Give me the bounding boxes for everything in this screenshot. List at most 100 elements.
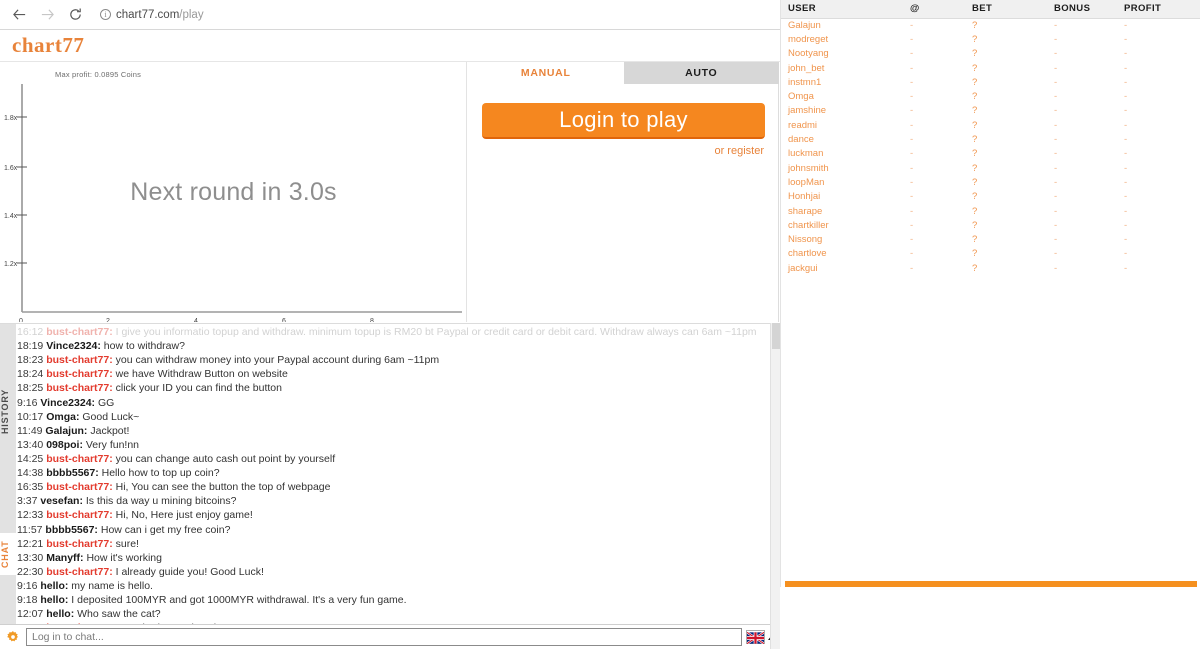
user-bonus-cell: - <box>1054 176 1058 188</box>
chat-message-user[interactable]: bust-chart77: <box>46 368 113 380</box>
table-row[interactable]: chartlove -? - - <box>781 247 1200 261</box>
table-row[interactable]: readmi -? - - <box>781 118 1200 132</box>
user-at-cell: - <box>910 48 914 60</box>
chat-message-list[interactable]: 16:12 bust-chart77: I give you informati… <box>17 324 762 627</box>
chat-message-user[interactable]: Manyff: <box>46 552 83 564</box>
column-header-user[interactable]: USER <box>781 0 903 19</box>
uk-flag-icon[interactable] <box>746 630 765 645</box>
svg-text:1.4x: 1.4x <box>4 213 18 220</box>
forward-arrow-icon[interactable] <box>34 2 60 28</box>
column-header-bonus[interactable]: BONUS <box>1047 0 1117 19</box>
table-row[interactable]: luckman -? - - <box>781 147 1200 161</box>
chat-message-user[interactable]: bust-chart77: <box>46 354 113 366</box>
table-row[interactable]: Nootyang -? - - <box>781 47 1200 61</box>
chat-message-user[interactable]: bust-chart77: <box>46 481 113 493</box>
user-profit-cell: - <box>1124 205 1128 217</box>
table-row[interactable]: johnsmith -? - - <box>781 161 1200 175</box>
table-row[interactable]: jamshine -? - - <box>781 104 1200 118</box>
chat-message-user[interactable]: bust-chart77: <box>46 382 113 394</box>
sidebar-item-chat[interactable]: CHAT <box>0 533 16 575</box>
table-row[interactable]: john_bet -? - - <box>781 61 1200 75</box>
chat-message-user[interactable]: bust-chart77: <box>46 453 113 465</box>
chat-message-text: click your ID you can find the button <box>112 382 282 395</box>
chat-message: 10:17 Omga: Good Luck~ <box>17 410 762 424</box>
chat-message-user[interactable]: bbbb5567: <box>45 524 98 536</box>
svg-text:0: 0 <box>19 318 23 322</box>
table-row[interactable]: chartkiller -? - - <box>781 218 1200 232</box>
table-row[interactable]: Omga -? - - <box>781 89 1200 103</box>
chat-message-text: I already guide you! Good Luck! <box>112 565 264 578</box>
user-profit-cell: - <box>1124 219 1128 231</box>
user-at-cell: - <box>910 248 914 260</box>
user-bonus-cell: - <box>1054 134 1058 146</box>
user-at-cell: - <box>910 134 914 146</box>
table-row[interactable]: dance -? - - <box>781 132 1200 146</box>
chat-message-user[interactable]: 098poi: <box>46 439 83 451</box>
info-icon[interactable]: i <box>100 9 111 20</box>
column-header-bet[interactable]: BET <box>965 0 1047 19</box>
gear-icon[interactable] <box>4 628 22 646</box>
user-profit-cell: - <box>1124 134 1128 146</box>
or-register-link[interactable]: or register <box>714 145 764 157</box>
table-row[interactable]: Nissong -? - - <box>781 232 1200 246</box>
user-bonus-cell: - <box>1054 262 1058 274</box>
chat-message-user[interactable]: hello: <box>40 580 68 592</box>
chat-scrollbar[interactable] <box>770 323 780 649</box>
user-name-cell: chartlove <box>788 248 827 260</box>
table-row[interactable]: Galajun -? - - <box>781 18 1200 32</box>
chat-message-user[interactable]: Galajun: <box>45 425 87 437</box>
table-row[interactable]: instmn1 -? - - <box>781 75 1200 89</box>
chat-message-user[interactable]: Vince2324: <box>46 340 101 352</box>
scrollbar-thumb[interactable] <box>772 323 780 349</box>
table-row[interactable]: modreget -? - - <box>781 32 1200 46</box>
user-bonus-cell: - <box>1054 33 1058 45</box>
table-row[interactable]: Honhjai -? - - <box>781 190 1200 204</box>
chat-message-user[interactable]: bust-chart77: <box>46 538 113 550</box>
chat-message-user[interactable]: bust-chart77: <box>46 326 113 338</box>
user-bonus-cell: - <box>1054 248 1058 260</box>
user-bet-cell: ? <box>972 148 978 160</box>
user-name-cell: luckman <box>788 148 824 160</box>
chat-message: 16:35 bust-chart77: Hi, You can see the … <box>17 480 762 494</box>
table-row[interactable]: jackgui -? - - <box>781 261 1200 275</box>
chat-input[interactable] <box>26 628 742 646</box>
reload-icon[interactable] <box>62 2 88 28</box>
tab-manual[interactable]: MANUAL <box>468 62 624 84</box>
chat-message: 16:12 bust-chart77: I give you informati… <box>17 325 762 339</box>
user-bonus-cell: - <box>1054 119 1058 131</box>
chat-message-user[interactable]: hello: <box>46 608 74 620</box>
user-profit-cell: - <box>1124 48 1128 60</box>
chat-message-user[interactable]: Vince2324: <box>40 397 95 409</box>
chat-message-time: 12:07 <box>17 608 47 621</box>
tab-auto[interactable]: AUTO <box>623 62 779 84</box>
countdown-text: Next round in 3.0s <box>130 178 337 206</box>
chat-message-user[interactable]: bust-chart77: <box>46 509 113 521</box>
login-to-play-button[interactable]: Login to play <box>482 103 765 139</box>
svg-text:4: 4 <box>194 318 198 322</box>
chat-message-text: my name is hello. <box>68 579 153 592</box>
user-bet-cell: ? <box>972 191 978 203</box>
users-table: USER @ BET BONUS PROFIT Galajun -? - - modre… <box>781 0 1200 275</box>
chat-message-text: Very fun!nn <box>82 438 140 451</box>
at-symbol-icon[interactable]: @ <box>903 0 965 19</box>
chat-message-user[interactable]: vesefan: <box>40 495 83 507</box>
address-bar[interactable]: i chart77.com/play <box>94 4 210 26</box>
column-header-profit[interactable]: PROFIT <box>1117 0 1200 19</box>
sidebar-item-history[interactable]: HISTORY <box>0 381 16 441</box>
table-row[interactable]: sharape -? - - <box>781 204 1200 218</box>
chart-panel: Max profit: 0.0895 Coins 1.8x 1.6x 1.4x … <box>0 62 467 322</box>
site-logo[interactable]: chart77 <box>12 33 84 58</box>
user-name-cell: sharape <box>788 205 823 217</box>
table-row[interactable]: loopMan -? - - <box>781 175 1200 189</box>
chat-message-user[interactable]: hello: <box>40 594 68 606</box>
chat-message-time: 14:38 <box>17 467 47 480</box>
back-arrow-icon[interactable] <box>6 2 32 28</box>
chat-message-time: 9:18 <box>17 594 41 607</box>
user-profit-cell: - <box>1124 76 1128 88</box>
chat-message-text: How it's working <box>83 551 162 564</box>
chat-message-user[interactable]: bbbb5567: <box>46 467 99 479</box>
chat-message-user[interactable]: Omga: <box>46 411 79 423</box>
chat-message-user[interactable]: bust-chart77: <box>46 566 113 578</box>
user-name-cell: jackgui <box>788 262 818 274</box>
user-profit-cell: - <box>1124 248 1128 260</box>
